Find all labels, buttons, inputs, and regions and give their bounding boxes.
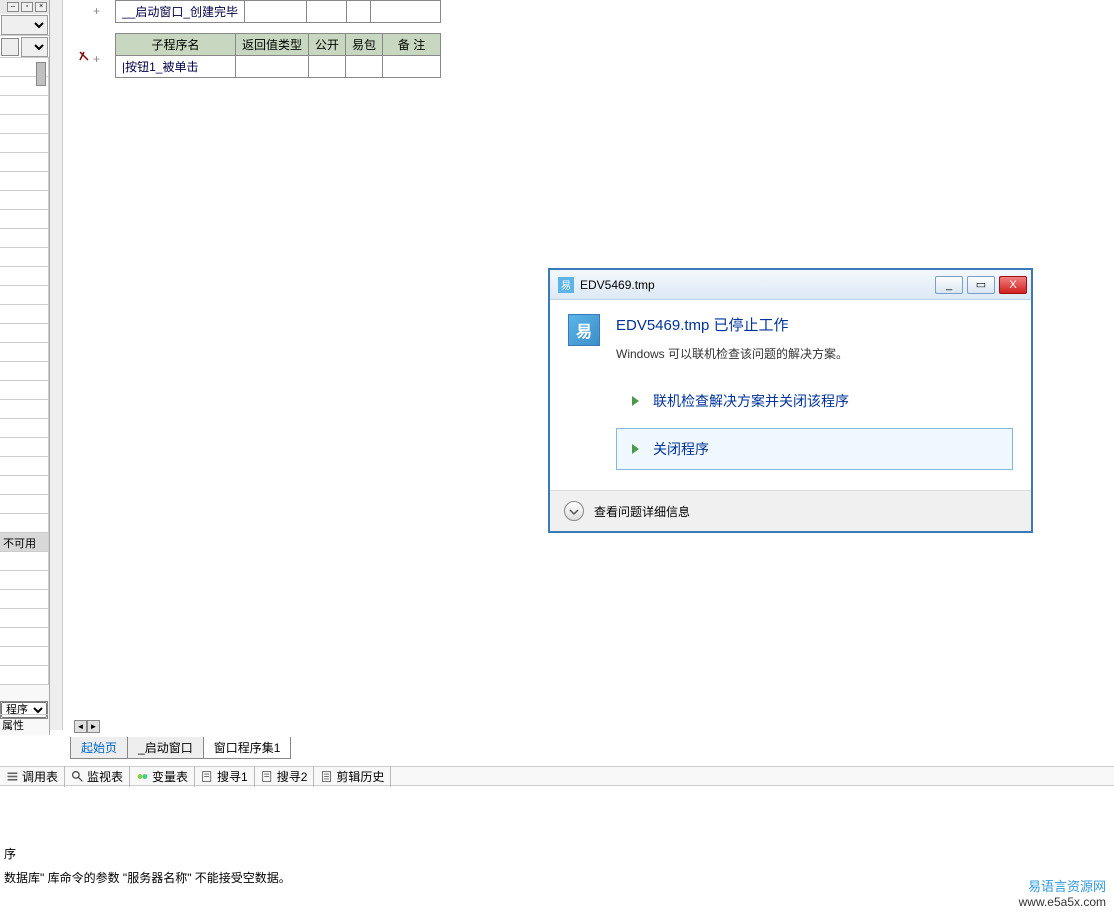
row-icon: [78, 50, 90, 65]
subroutine-name-cell[interactable]: __启动窗口_创建完毕: [116, 1, 245, 23]
tab-procedure-set[interactable]: 窗口程序集1: [203, 737, 292, 759]
editor-gutter: [50, 0, 63, 730]
cell[interactable]: [307, 1, 347, 23]
option-check-online[interactable]: 联机检查解决方案并关闭该程序: [616, 380, 1013, 422]
color-swatch[interactable]: [1, 38, 19, 56]
dialog-maximize-button[interactable]: ▭: [967, 276, 995, 294]
expand-details-button[interactable]: [564, 501, 584, 521]
dialog-heading: EDV5469.tmp 已停止工作: [616, 314, 848, 335]
tab-call-table[interactable]: 调用表: [0, 766, 65, 787]
watermark-title: 易语言资源网: [1019, 876, 1106, 895]
history-icon: [320, 770, 333, 783]
object-selector[interactable]: [1, 15, 48, 35]
tab-search1[interactable]: 搜寻1: [195, 766, 255, 787]
search1-icon: [201, 770, 214, 783]
dialog-options: 联机检查解决方案并关闭该程序 关闭程序: [616, 380, 1013, 470]
dialog-titlebar[interactable]: 易 EDV5469.tmp _ ▭ X: [550, 270, 1031, 300]
properties-label: 属性: [0, 714, 48, 735]
arrow-right-icon: [629, 442, 643, 456]
svg-text:易: 易: [561, 280, 571, 292]
col-public: 公开: [309, 34, 346, 56]
cell[interactable]: [309, 56, 346, 78]
dialog-app-icon: 易: [568, 314, 600, 346]
col-notes: 备 注: [383, 34, 441, 56]
subroutine-name-cell[interactable]: |按钮1_被单击: [116, 56, 236, 78]
log-line: 序: [4, 842, 1110, 866]
cell[interactable]: [236, 56, 309, 78]
error-dialog: 易 EDV5469.tmp _ ▭ X 易 EDV5469.tmp 已停止工作 …: [549, 269, 1032, 532]
left-properties-panel: – ▫ × 不可用: [0, 0, 50, 735]
search2-icon: [261, 770, 274, 783]
tab-start-page[interactable]: 起始页: [70, 737, 128, 759]
tool-tabs-bar: 调用表 监视表 变量表 搜寻1 搜寻2 剪辑历史: [0, 766, 1114, 786]
output-log: 序 数据库" 库命令的参数 "服务器名称" 不能接受空数据。: [0, 800, 1114, 894]
dialog-app-small-icon: 易: [558, 277, 574, 293]
panel-close-icon[interactable]: ×: [35, 2, 47, 12]
col-ez-package: 易包: [346, 34, 383, 56]
dialog-footer: 查看问题详细信息: [550, 490, 1031, 531]
dialog-close-button[interactable]: X: [999, 276, 1027, 294]
property-grid[interactable]: 不可用: [0, 58, 49, 685]
subroutine-table-1: __启动窗口_创建完毕: [115, 0, 441, 23]
expand-plus-icon[interactable]: +: [93, 52, 103, 62]
dialog-subtext: Windows 可以联机检查该问题的解决方案。: [616, 345, 848, 362]
scrollbar-thumb[interactable]: [36, 62, 46, 86]
tab-startup-window[interactable]: _启动窗口: [127, 737, 204, 759]
cell[interactable]: [371, 1, 441, 23]
scroll-right-icon[interactable]: ►: [87, 720, 100, 733]
scroll-left-icon[interactable]: ◄: [74, 720, 87, 733]
property-toolbar: [0, 36, 49, 58]
tab-search2[interactable]: 搜寻2: [255, 766, 315, 787]
option-close-program[interactable]: 关闭程序: [616, 428, 1013, 470]
object-selector-row: [0, 14, 49, 36]
document-tabs: 起始页 _启动窗口 窗口程序集1: [70, 737, 290, 759]
arrow-right-icon: [629, 394, 643, 408]
cell[interactable]: [346, 56, 383, 78]
variable-icon: [136, 770, 149, 783]
dialog-title: EDV5469.tmp: [580, 278, 935, 292]
cell[interactable]: [245, 1, 307, 23]
tab-edit-history[interactable]: 剪辑历史: [314, 766, 391, 787]
panel-restore-icon[interactable]: ▫: [21, 2, 33, 12]
property-selector[interactable]: [21, 37, 48, 57]
dialog-body: 易 EDV5469.tmp 已停止工作 Windows 可以联机检查该问题的解决…: [550, 300, 1031, 490]
cell[interactable]: [347, 1, 371, 23]
view-details-label[interactable]: 查看问题详细信息: [594, 503, 690, 520]
col-return-type: 返回值类型: [236, 34, 309, 56]
panel-minimize-icon[interactable]: –: [7, 2, 19, 12]
tab-variable-table[interactable]: 变量表: [130, 766, 195, 787]
watermark: 易语言资源网 www.e5a5x.com: [1019, 876, 1106, 909]
panel-header: – ▫ ×: [0, 0, 49, 14]
col-subroutine-name: 子程序名: [116, 34, 236, 56]
tab-watch-table[interactable]: 监视表: [65, 766, 130, 787]
expand-plus-icon[interactable]: +: [93, 4, 103, 14]
call-table-icon: [6, 770, 19, 783]
dialog-minimize-button[interactable]: _: [935, 276, 963, 294]
subroutine-table-2: 子程序名 返回值类型 公开 易包 备 注 |按钮1_被单击: [115, 33, 441, 78]
horizontal-scroll-arrows: ◄ ►: [74, 720, 100, 733]
property-unavailable: 不可用: [0, 533, 49, 551]
search-icon: [71, 770, 84, 783]
log-line: 数据库" 库命令的参数 "服务器名称" 不能接受空数据。: [4, 866, 1110, 890]
watermark-url: www.e5a5x.com: [1019, 895, 1106, 909]
cell[interactable]: [383, 56, 441, 78]
